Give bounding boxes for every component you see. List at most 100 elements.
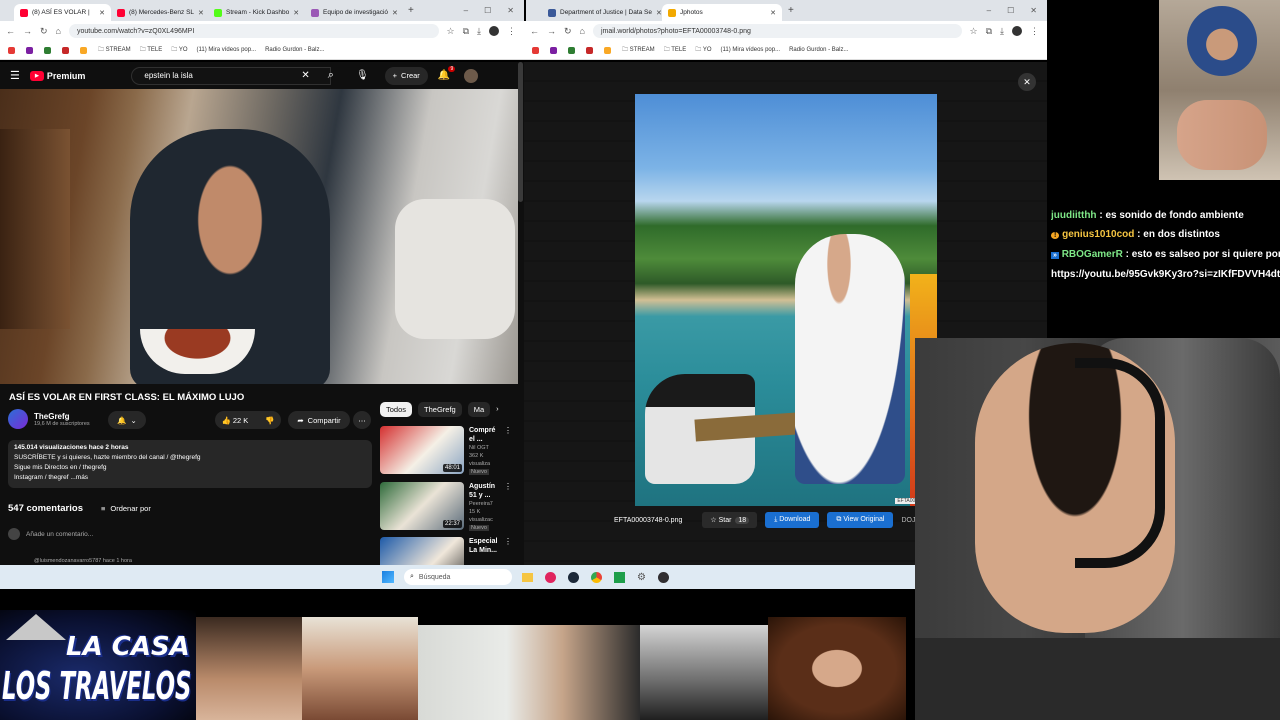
like-icon[interactable]: 👍 22 K bbox=[221, 416, 248, 425]
video-thumbnail[interactable] bbox=[380, 537, 464, 565]
new-tab-icon[interactable]: + bbox=[408, 5, 414, 16]
download-button[interactable]: ⤓ Download bbox=[765, 512, 820, 528]
close-tab-icon[interactable]: ✕ bbox=[656, 9, 662, 17]
tab-youtube-volar[interactable]: (8) ASÍ ES VOLAR | ✕ bbox=[14, 4, 111, 21]
video-description[interactable]: 145.014 visualizaciones hace 2 horas SUS… bbox=[8, 440, 372, 488]
close-window-icon[interactable]: ✕ bbox=[507, 6, 514, 15]
tab-kick-dashboard[interactable]: Stream - Kick Dashbo ✕ bbox=[208, 4, 305, 21]
close-tab-icon[interactable]: ✕ bbox=[392, 9, 398, 17]
steam-icon[interactable] bbox=[568, 571, 579, 583]
bookmark-icon[interactable] bbox=[44, 46, 51, 54]
bookmark-folder-yo[interactable]: 🗀 YO bbox=[695, 45, 711, 55]
bookmark-star-icon[interactable]: ☆ bbox=[447, 26, 455, 37]
channel-name[interactable]: TheGrefg bbox=[34, 412, 90, 421]
close-window-icon[interactable]: ✕ bbox=[1030, 6, 1037, 15]
bookmark-youtube[interactable]: (11) Mira vídeos pop... bbox=[197, 47, 257, 53]
menu-dots-icon[interactable]: ⋮ bbox=[1030, 26, 1039, 37]
video-player[interactable] bbox=[0, 89, 518, 384]
related-video[interactable]: 22:37 Agustín 51 y ... Peereira7 15 K vi… bbox=[380, 482, 512, 531]
reload-icon[interactable]: ↻ bbox=[564, 26, 572, 37]
tab-equipo-investigacion[interactable]: Equipo de investigació ✕ bbox=[305, 4, 402, 21]
youtube-logo[interactable]: ▶ Premium bbox=[29, 70, 85, 81]
close-tab-icon[interactable]: ✕ bbox=[770, 9, 776, 17]
profile-avatar[interactable] bbox=[489, 26, 499, 36]
profile-avatar[interactable] bbox=[1012, 26, 1022, 36]
bookmark-icon[interactable] bbox=[550, 46, 557, 54]
bookmark-icon[interactable] bbox=[604, 46, 611, 54]
back-icon[interactable]: ← bbox=[6, 26, 15, 36]
maximize-icon[interactable]: ☐ bbox=[1007, 6, 1014, 15]
taskbar-search-input[interactable]: ⌕ Búsqueda bbox=[404, 569, 512, 585]
bookmark-icon[interactable] bbox=[26, 46, 33, 54]
reload-icon[interactable]: ↻ bbox=[40, 26, 48, 37]
chevron-right-icon[interactable]: › bbox=[496, 402, 499, 417]
close-tab-icon[interactable]: ✕ bbox=[99, 9, 105, 17]
maximize-icon[interactable]: ☐ bbox=[484, 6, 491, 15]
more-actions-button[interactable]: ⋯ bbox=[353, 411, 371, 429]
more-dots-icon[interactable]: ⋮ bbox=[504, 482, 512, 530]
chat-username[interactable]: genius1010cod bbox=[1062, 229, 1134, 240]
tab-youtube-mercedes[interactable]: (8) Mercedes-Benz SL ✕ bbox=[111, 4, 208, 21]
subscribed-bell-button[interactable]: 🔔 ⌄ bbox=[108, 411, 146, 429]
url-field[interactable]: jmail.world/photos?photo=EFTA00003748-0.… bbox=[592, 24, 962, 38]
windows-start-icon[interactable] bbox=[382, 571, 394, 583]
chip-thegrefg[interactable]: TheGrefg bbox=[418, 402, 462, 417]
obs-icon[interactable] bbox=[657, 571, 669, 583]
bookmark-icon[interactable] bbox=[8, 46, 15, 54]
chip-more[interactable]: Ma bbox=[467, 402, 491, 417]
tab-jphotos[interactable]: Jphotos ✕ bbox=[662, 4, 782, 21]
chat-link[interactable]: https://youtu.be/95Gvk9Ky3ro?si=zIKfFDVV… bbox=[1051, 269, 1280, 280]
app-red-icon[interactable] bbox=[545, 571, 556, 583]
add-comment-input[interactable]: Añade un comentario... bbox=[26, 531, 93, 538]
notifications-bell-icon[interactable]: 🔔 9 bbox=[438, 66, 456, 81]
bookmark-youtube[interactable]: (11) Mira vídeos pop... bbox=[721, 47, 781, 53]
forward-icon[interactable]: → bbox=[547, 26, 556, 36]
bookmark-icon[interactable] bbox=[62, 46, 69, 54]
bookmark-folder-tele[interactable]: 🗀 TELE bbox=[140, 45, 163, 55]
channel-avatar[interactable] bbox=[8, 409, 28, 429]
chrome-icon[interactable] bbox=[591, 571, 602, 583]
bookmark-icon[interactable] bbox=[568, 46, 575, 54]
video-thumbnail[interactable]: 48:01 bbox=[380, 426, 464, 474]
bookmark-radio[interactable]: Radio Gurdon - Balz... bbox=[265, 47, 324, 53]
bookmark-folder-stream[interactable]: 🗀 STREAM bbox=[622, 45, 655, 55]
photo-image[interactable]: EFTA00003748 bbox=[635, 94, 937, 506]
close-tab-icon[interactable]: ✕ bbox=[198, 9, 204, 17]
more-dots-icon[interactable]: ⋮ bbox=[504, 426, 512, 474]
chip-all[interactable]: Todos bbox=[380, 402, 413, 417]
bookmark-icon[interactable] bbox=[586, 46, 593, 54]
microphone-icon[interactable]: 🎙 bbox=[356, 70, 369, 81]
bookmark-icon[interactable] bbox=[532, 46, 539, 54]
download-icon[interactable]: ⤓ bbox=[1000, 26, 1004, 37]
settings-gear-icon[interactable]: ⚙ bbox=[637, 572, 646, 583]
new-tab-icon[interactable]: + bbox=[788, 5, 794, 16]
close-viewer-icon[interactable]: ✕ bbox=[1018, 73, 1036, 91]
chat-username[interactable]: juudiitthh bbox=[1051, 210, 1097, 221]
bookmark-folder-tele[interactable]: 🗀 TELE bbox=[664, 45, 687, 55]
clear-search-icon[interactable]: ✕ bbox=[301, 70, 309, 81]
chat-username[interactable]: RBOGamerR bbox=[1062, 249, 1123, 260]
extensions-icon[interactable]: ⧉ bbox=[986, 26, 992, 37]
bookmark-folder-stream[interactable]: 🗀 STREAM bbox=[98, 45, 131, 55]
url-field[interactable]: youtube.com/watch?v=zQ0XL496MPI bbox=[68, 24, 439, 38]
hamburger-menu-icon[interactable]: ☰ bbox=[10, 69, 20, 82]
minimize-icon[interactable]: – bbox=[987, 6, 991, 15]
star-button[interactable]: ☆ Star 18 bbox=[702, 512, 758, 528]
back-icon[interactable]: ← bbox=[530, 26, 539, 36]
video-thumbnail[interactable]: 22:37 bbox=[380, 482, 464, 530]
related-video[interactable]: 48:01 Compré el ... Nil OGT 362 K visual… bbox=[380, 426, 512, 475]
bookmark-star-icon[interactable]: ☆ bbox=[970, 26, 978, 37]
dislike-icon[interactable]: 👎 bbox=[265, 416, 274, 425]
like-dislike-button[interactable]: 👍 22 K 👎 bbox=[215, 411, 281, 429]
related-video[interactable]: Especial La Min... ⋮ bbox=[380, 537, 512, 565]
bookmark-folder-yo[interactable]: 🗀 YO bbox=[171, 45, 187, 55]
share-button[interactable]: ➦ Compartir bbox=[288, 411, 350, 429]
more-dots-icon[interactable]: ⋮ bbox=[504, 537, 512, 565]
sort-comments-button[interactable]: ≡ Ordenar por bbox=[101, 504, 151, 513]
app-green-icon[interactable] bbox=[614, 571, 625, 583]
first-comment-user[interactable]: @luismendozanavarro5787 hace 1 hora bbox=[34, 558, 132, 564]
search-icon[interactable]: ⌕ bbox=[328, 69, 334, 82]
scrollbar[interactable] bbox=[518, 62, 523, 202]
bookmark-radio[interactable]: Radio Gurdon - Balz... bbox=[789, 47, 848, 53]
home-icon[interactable]: ⌂ bbox=[580, 26, 585, 36]
